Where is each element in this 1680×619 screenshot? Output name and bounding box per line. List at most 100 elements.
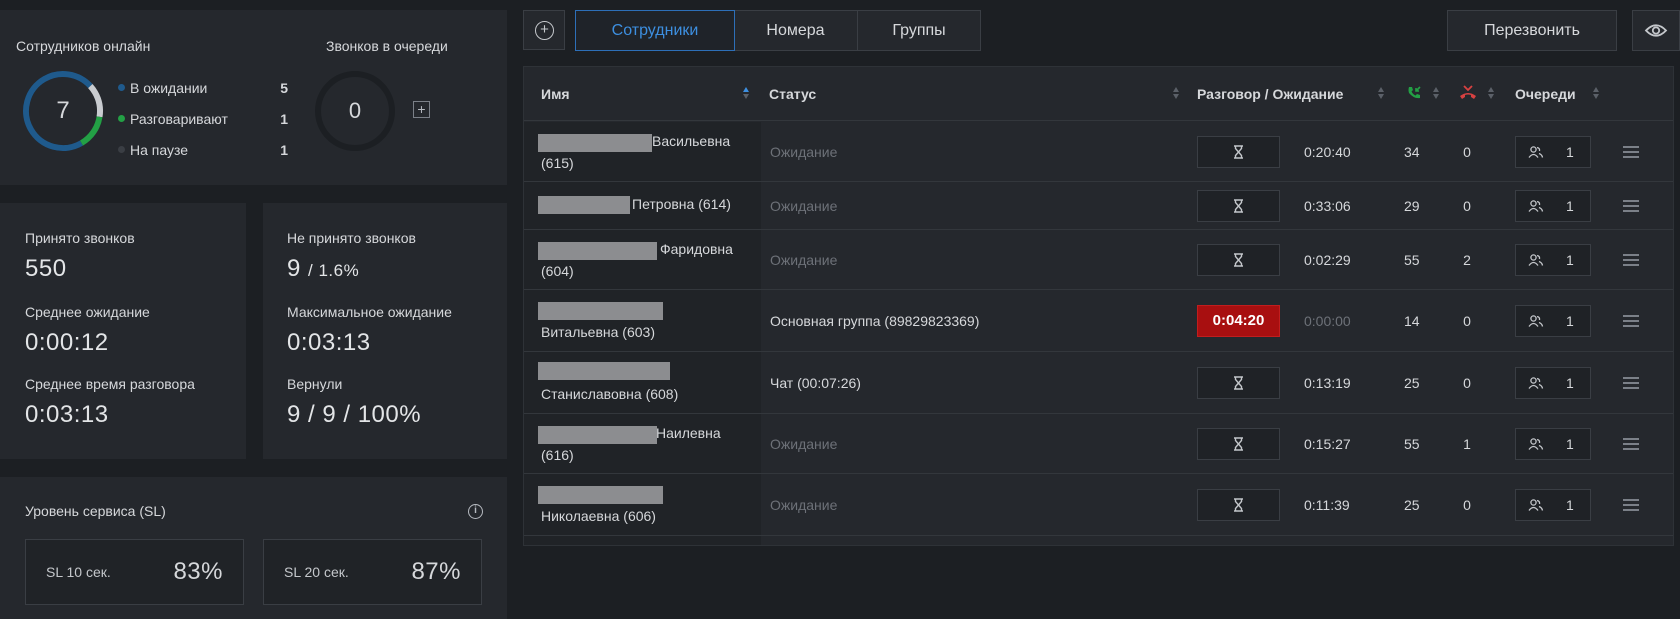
talk-timer[interactable]: 0:04:20 xyxy=(1197,305,1280,337)
legend-label: Разговаривают xyxy=(130,110,228,127)
row-menu-icon[interactable] xyxy=(1623,146,1639,158)
accepted-count: 29 xyxy=(1404,198,1420,214)
queue-cell[interactable]: 1 xyxy=(1515,190,1591,222)
timer-button[interactable] xyxy=(1197,190,1280,222)
queue-cell[interactable]: 1 xyxy=(1515,428,1591,460)
header-queues[interactable]: Очереди xyxy=(1515,86,1576,102)
legend-value: 1 xyxy=(280,110,288,127)
legend-item: В ожидании 5 xyxy=(118,72,288,103)
status-text: Ожидание xyxy=(770,252,838,268)
missed-count: 0 xyxy=(1463,144,1471,160)
accepted-label: Принято звонков xyxy=(25,230,135,246)
users-icon xyxy=(1528,377,1544,389)
row-menu-icon[interactable] xyxy=(1623,254,1639,266)
row-menu-icon[interactable] xyxy=(1623,499,1639,511)
sort-icon[interactable] xyxy=(1487,85,1495,101)
queue-count: 1 xyxy=(1566,497,1574,513)
redacted-name xyxy=(538,426,657,444)
timer-button[interactable] xyxy=(1197,136,1280,168)
timer-button[interactable] xyxy=(1197,367,1280,399)
queue-cell[interactable]: 1 xyxy=(1515,244,1591,276)
row-menu-icon[interactable] xyxy=(1623,377,1639,389)
legend-value: 1 xyxy=(280,141,288,158)
queue-cell[interactable]: 1 xyxy=(1515,489,1591,521)
sort-icon[interactable] xyxy=(1377,85,1385,101)
returned-value: 9 / 9 / 100% xyxy=(287,401,422,428)
callback-button[interactable]: Перезвонить xyxy=(1447,10,1617,51)
add-button[interactable]: + xyxy=(523,10,565,50)
employee-name: Наилевна xyxy=(656,425,721,441)
wait-time: 0:13:19 xyxy=(1304,375,1351,391)
queue-cell[interactable]: 1 xyxy=(1515,136,1591,168)
employee-name: Станиславовна (608) xyxy=(541,386,679,402)
phone-incoming-icon xyxy=(1408,86,1421,99)
missed-count: 0 xyxy=(1463,375,1471,391)
queue-count: 1 xyxy=(1566,313,1574,329)
redacted-name xyxy=(538,486,663,504)
online-legend: В ожидании 5 Разговаривают 1 На паузе 1 xyxy=(118,72,288,165)
table-row[interactable]: Николаевна (606) Ожидание 0:11:39 25 0 1 xyxy=(524,474,1673,536)
missed-label: Не принято звонков xyxy=(287,230,416,246)
status-text: Ожидание xyxy=(770,497,838,513)
sl-20-value: 87% xyxy=(411,558,461,585)
sort-icon[interactable] xyxy=(1432,85,1440,101)
table-row[interactable]: Наилевна (616) Ожидание 0:15:27 55 1 1 xyxy=(524,414,1673,474)
hourglass-icon xyxy=(1234,253,1243,267)
avg-wait-label: Среднее ожидание xyxy=(25,304,150,320)
visibility-button[interactable] xyxy=(1632,10,1680,51)
users-icon xyxy=(1528,499,1544,511)
sort-asc-icon[interactable] xyxy=(742,85,750,101)
queue-cell[interactable]: 1 xyxy=(1515,367,1591,399)
hourglass-icon xyxy=(1234,145,1243,159)
row-menu-icon[interactable] xyxy=(1623,200,1639,212)
table-row[interactable]: Петровна (614) Ожидание 0:33:06 29 0 1 xyxy=(524,182,1673,230)
employee-ext: (604) xyxy=(541,263,574,279)
tab-employees[interactable]: Сотрудники xyxy=(575,10,735,51)
sort-icon[interactable] xyxy=(1592,85,1600,101)
avg-wait-value: 0:00:12 xyxy=(25,329,109,356)
timer-button[interactable] xyxy=(1197,428,1280,460)
missed-count: 0 xyxy=(1463,198,1471,214)
table-header: Имя Статус Разговор / Ожидание Очереди xyxy=(524,67,1673,121)
table-row[interactable]: Фаридовна (604) Ожидание 0:02:29 55 2 1 xyxy=(524,230,1673,290)
tab-numbers[interactable]: Номера xyxy=(734,11,858,50)
redacted-name xyxy=(538,242,657,260)
redacted-name xyxy=(538,362,670,380)
missed-percent: / 1.6% xyxy=(308,261,360,280)
header-talk-wait[interactable]: Разговор / Ожидание xyxy=(1197,86,1343,102)
header-name[interactable]: Имя xyxy=(541,86,570,102)
wait-time: 0:15:27 xyxy=(1304,436,1351,452)
tab-bar: Сотрудники Номера Группы xyxy=(575,10,981,51)
info-icon[interactable]: i xyxy=(468,504,483,519)
queue-cell[interactable]: 1 xyxy=(1515,305,1591,337)
sort-icon[interactable] xyxy=(1172,85,1180,101)
wait-time: 0:00:00 xyxy=(1304,313,1351,329)
missed-count: 0 xyxy=(1463,497,1471,513)
timer-button[interactable] xyxy=(1197,244,1280,276)
table-row[interactable]: Витальевна (603) Основная группа (8982982… xyxy=(524,290,1673,352)
status-text: Чат (00:07:26) xyxy=(770,375,861,391)
header-status[interactable]: Статус xyxy=(769,86,816,102)
wait-time: 0:33:06 xyxy=(1304,198,1351,214)
tab-groups[interactable]: Группы xyxy=(858,11,980,50)
queue-add-button[interactable]: + xyxy=(413,101,430,118)
users-icon xyxy=(1528,254,1544,266)
avg-talk-value: 0:03:13 xyxy=(25,401,109,428)
table-row[interactable]: Васильевна (615) Ожидание 0:20:40 34 0 1 xyxy=(524,122,1673,182)
employee-ext: (615) xyxy=(541,155,574,171)
accepted-count: 25 xyxy=(1404,497,1420,513)
employee-name: Васильевна xyxy=(652,133,731,149)
queue-count: 1 xyxy=(1566,436,1574,452)
row-menu-icon[interactable] xyxy=(1623,438,1639,450)
missed-count: 2 xyxy=(1463,252,1471,268)
legend-label: На паузе xyxy=(130,141,189,158)
accepted-count: 25 xyxy=(1404,375,1420,391)
table-row[interactable]: Станиславовна (608) Чат (00:07:26) 0:13:19… xyxy=(524,352,1673,414)
employee-ext: (616) xyxy=(541,447,574,463)
row-menu-icon[interactable] xyxy=(1623,315,1639,327)
timer-button[interactable] xyxy=(1197,489,1280,521)
accepted-value: 550 xyxy=(25,255,67,282)
hourglass-icon xyxy=(1234,437,1243,451)
accepted-count: 55 xyxy=(1404,436,1420,452)
queue-count: 0 xyxy=(348,98,362,123)
